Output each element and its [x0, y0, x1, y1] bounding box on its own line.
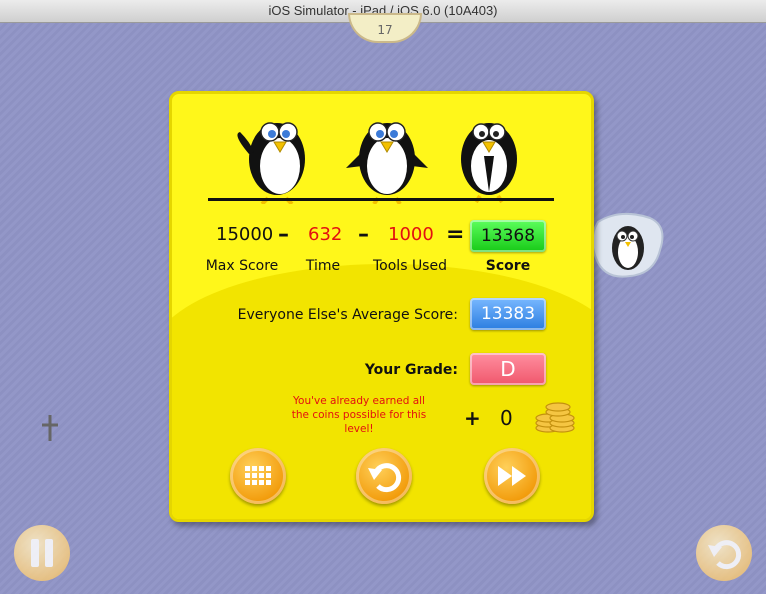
- plus-sign: +: [464, 406, 481, 430]
- equals-sign: =: [446, 222, 465, 247]
- penguin-tuxedo-icon: [461, 123, 517, 204]
- score-box: 13368: [470, 220, 546, 252]
- minus-sign: –: [278, 222, 289, 247]
- frozen-penguin-icon: [591, 212, 664, 278]
- restart-icon: [708, 540, 742, 570]
- grade-label: Your Grade:: [364, 362, 458, 378]
- penguin-waving-icon: [237, 122, 305, 204]
- game-canvas: 17 15000 – 632 – 1000 = 13368 Max Score …: [0, 13, 766, 594]
- level-menu-button[interactable]: [230, 448, 286, 504]
- next-level-button[interactable]: [484, 448, 540, 504]
- penguin-standing-icon: [346, 122, 428, 204]
- bird-icon: [42, 415, 58, 441]
- time-value: 632: [308, 224, 343, 245]
- restart-button[interactable]: [696, 525, 752, 581]
- max-score-value: 15000: [216, 224, 274, 245]
- retry-button[interactable]: [356, 448, 412, 504]
- pause-button[interactable]: [14, 525, 70, 581]
- max-score-label: Max Score: [205, 258, 279, 274]
- score-label: Score: [485, 258, 531, 274]
- time-label: Time: [305, 258, 341, 274]
- level-number: 17: [377, 23, 393, 37]
- fast-forward-icon: [498, 466, 526, 486]
- average-score-box: 13383: [470, 298, 546, 330]
- coins-earned-value: 0: [500, 406, 513, 430]
- coin-stack-icon: [535, 402, 575, 433]
- average-score-label: Everyone Else's Average Score:: [237, 307, 458, 323]
- results-panel: 15000 – 632 – 1000 = 13368 Max Score Tim…: [169, 91, 594, 522]
- pause-icon: [31, 539, 53, 567]
- penguin-ground-line: [208, 198, 554, 201]
- tools-used-value: 1000: [388, 224, 434, 245]
- level-badge: 17: [348, 13, 422, 43]
- retry-icon: [368, 463, 402, 493]
- grid-icon: [245, 466, 271, 485]
- grade-box: D: [470, 353, 546, 385]
- tools-used-label: Tools Used: [373, 258, 447, 274]
- minus-sign: –: [358, 222, 369, 247]
- coins-message: You've already earned all the coins poss…: [291, 395, 427, 435]
